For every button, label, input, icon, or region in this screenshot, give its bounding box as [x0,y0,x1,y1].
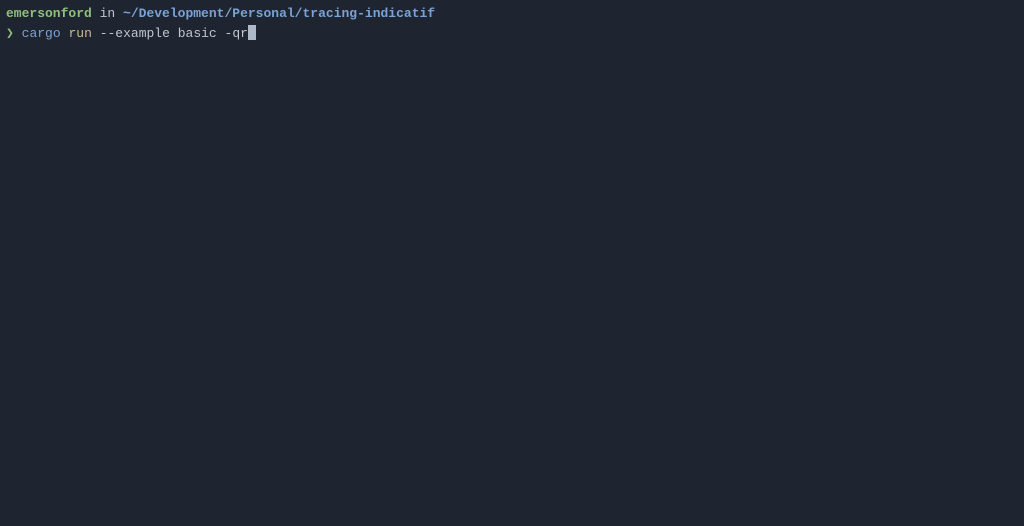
arg-basic: basic [178,26,217,41]
prompt-context-line: emersonford in ~/Development/Personal/tr… [6,4,1018,24]
command-input-line[interactable]: ❯ cargo run --example basic -qr [6,24,1018,44]
flag-qr: -qr [225,26,248,41]
in-separator: in [92,6,123,21]
cursor-block [248,25,256,40]
current-directory: ~/Development/Personal/tracing-indicatif [123,6,435,21]
command-name: cargo [22,26,61,41]
flag-example: --example [100,26,170,41]
subcommand: run [68,26,91,41]
username: emersonford [6,6,92,21]
prompt-symbol: ❯ [6,26,14,41]
